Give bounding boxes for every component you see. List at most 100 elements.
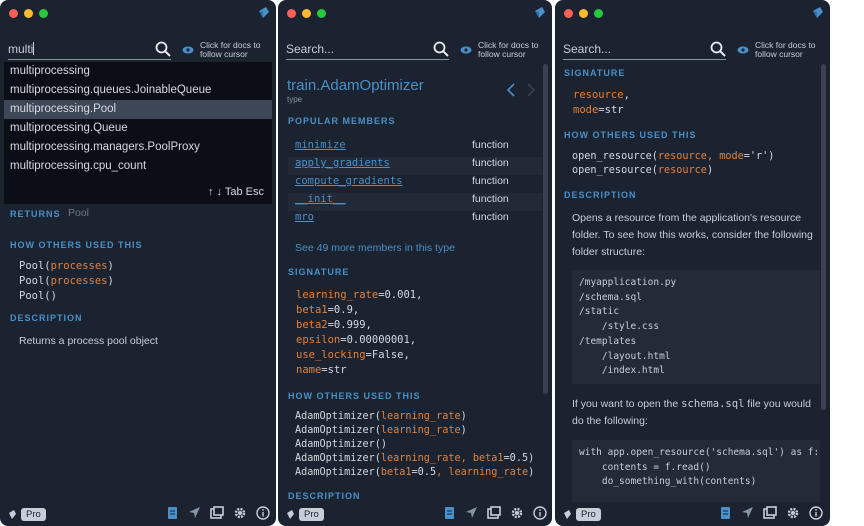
- suggestion-item-selected[interactable]: multiprocessing.Pool: [4, 100, 272, 119]
- scrollbar[interactable]: [543, 64, 548, 394]
- settings-icon[interactable]: [510, 506, 524, 520]
- usage-examples: Pool(processes) Pool(processes) Pool(): [19, 259, 114, 304]
- close-window-button[interactable]: [287, 9, 296, 18]
- search-bar[interactable]: Search...: [563, 38, 726, 60]
- settings-icon[interactable]: [786, 506, 800, 520]
- symbol-kind: type: [287, 95, 303, 104]
- maximize-window-button[interactable]: [317, 9, 326, 18]
- docs-panel-search: multi Click for docs to follow cursor RE…: [0, 0, 276, 526]
- close-window-button[interactable]: [9, 9, 18, 18]
- member-row[interactable]: apply_gradients function: [288, 157, 542, 175]
- suggestion-item[interactable]: multiprocessing: [4, 62, 272, 81]
- usage-examples: open_resource(resource, mode='r') open_r…: [572, 150, 774, 178]
- navigate-icon[interactable]: [465, 506, 478, 520]
- usage-line: open_resource(resource, mode='r'): [572, 151, 775, 162]
- navigate-icon[interactable]: [188, 506, 201, 520]
- search-input[interactable]: Search...: [563, 42, 710, 56]
- document-icon[interactable]: [166, 506, 179, 520]
- maximize-window-button[interactable]: [594, 9, 603, 18]
- docs-panel-type: Search... Click for docs to follow curso…: [278, 0, 552, 526]
- maximize-window-button[interactable]: [39, 9, 48, 18]
- members-heading: POPULAR MEMBERS: [288, 116, 396, 126]
- minimize-window-button[interactable]: [302, 9, 311, 18]
- member-row[interactable]: minimize function: [288, 139, 542, 157]
- minimize-window-button[interactable]: [24, 9, 33, 18]
- window-icon[interactable]: [763, 506, 777, 520]
- signature-param: learning_rate=0.001,: [296, 289, 423, 301]
- folder-structure-code: /myapplication.py /schema.sql /static /s…: [572, 270, 820, 384]
- search-bar[interactable]: Search...: [286, 38, 449, 60]
- footer-icons: [166, 506, 270, 520]
- window-icon[interactable]: [487, 506, 501, 520]
- description-heading: DESCRIPTION: [288, 491, 361, 501]
- more-members-link[interactable]: See 49 more members in this type: [295, 242, 455, 254]
- signature-param: beta1=0.9,: [296, 304, 360, 316]
- scrollbar[interactable]: [821, 64, 826, 410]
- member-row[interactable]: __init__ function: [288, 193, 542, 211]
- usage-line: AdamOptimizer(beta1=0.5, learning_rate): [295, 467, 535, 478]
- search-bar[interactable]: multi: [8, 38, 171, 60]
- document-icon[interactable]: [719, 506, 732, 520]
- member-row[interactable]: compute_gradients function: [288, 175, 542, 193]
- forward-arrow-icon[interactable]: [526, 83, 536, 97]
- window-icon[interactable]: [210, 506, 224, 520]
- pro-badge[interactable]: Pro: [563, 508, 601, 521]
- signature-param: mode=str: [573, 104, 624, 116]
- navigate-icon[interactable]: [741, 506, 754, 520]
- back-arrow-icon[interactable]: [506, 83, 516, 97]
- kite-logo-icon: [9, 510, 16, 519]
- info-icon[interactable]: [256, 506, 270, 520]
- usage-line: AdamOptimizer(learning_rate): [295, 425, 467, 436]
- returns-value[interactable]: Pool: [68, 207, 89, 219]
- description-heading: DESCRIPTION: [10, 313, 83, 323]
- usage-line: Pool(): [19, 290, 57, 302]
- document-icon[interactable]: [443, 506, 456, 520]
- info-icon[interactable]: [533, 506, 547, 520]
- description-text: Returns a process pool object: [19, 335, 158, 347]
- search-icon[interactable]: [433, 41, 449, 57]
- code-example: with app.open_resource('schema.sql') as …: [572, 440, 820, 502]
- signature-param: use_locking=False,: [296, 349, 410, 361]
- suggestion-item[interactable]: multiprocessing.Queue: [4, 119, 272, 138]
- pro-badge[interactable]: Pro: [286, 508, 324, 521]
- kite-logo-icon: [535, 7, 545, 18]
- member-row[interactable]: mro function: [288, 211, 542, 229]
- autocomplete-dropdown: multiprocessing multiprocessing.queues.J…: [4, 62, 272, 204]
- footer-icons: [719, 506, 823, 520]
- usage-heading: HOW OTHERS USED THIS: [564, 130, 697, 140]
- suggestion-item[interactable]: multiprocessing.cpu_count: [4, 157, 272, 176]
- usage-examples: AdamOptimizer(learning_rate) AdamOptimiz…: [295, 410, 534, 480]
- window-controls: [287, 9, 326, 18]
- eye-icon: [737, 46, 749, 54]
- suggestion-item[interactable]: multiprocessing.queues.JoinableQueue: [4, 81, 272, 100]
- search-input[interactable]: Search...: [286, 42, 433, 56]
- usage-line: Pool(processes): [19, 275, 114, 287]
- description-text-2: If you want to open the schema.sql file …: [572, 398, 811, 427]
- signature-code: resource, mode=str: [573, 88, 630, 118]
- search-input[interactable]: multi: [8, 41, 155, 56]
- search-icon[interactable]: [155, 41, 171, 57]
- kite-logo-icon: [813, 7, 823, 18]
- eye-icon: [182, 46, 194, 54]
- info-icon[interactable]: [809, 506, 823, 520]
- description-text: Opens a resource from the application's …: [572, 212, 813, 258]
- minimize-window-button[interactable]: [579, 9, 588, 18]
- signature-param: resource,: [573, 89, 630, 101]
- follow-cursor-label: Click for docs to follow cursor: [478, 40, 539, 59]
- settings-icon[interactable]: [233, 506, 247, 520]
- docs-panel-function: Search... Click for docs to follow curso…: [555, 0, 830, 526]
- suggestion-item[interactable]: multiprocessing.managers.PoolProxy: [4, 138, 272, 157]
- pro-label: Pro: [299, 508, 324, 521]
- follow-cursor-toggle[interactable]: Click for docs to follow cursor: [182, 41, 270, 59]
- kite-logo-icon: [287, 510, 294, 519]
- pro-badge[interactable]: Pro: [8, 508, 46, 521]
- follow-cursor-toggle[interactable]: Click for docs to follow cursor: [460, 41, 548, 59]
- follow-cursor-label: Click for docs to follow cursor: [755, 40, 816, 59]
- follow-cursor-toggle[interactable]: Click for docs to follow cursor: [737, 41, 825, 59]
- usage-line: AdamOptimizer(): [295, 439, 388, 450]
- signature-param: epsilon=0.00000001,: [296, 334, 417, 346]
- usage-line: open_resource(resource): [572, 165, 714, 176]
- close-window-button[interactable]: [564, 9, 573, 18]
- window-controls: [9, 9, 48, 18]
- search-icon[interactable]: [710, 41, 726, 57]
